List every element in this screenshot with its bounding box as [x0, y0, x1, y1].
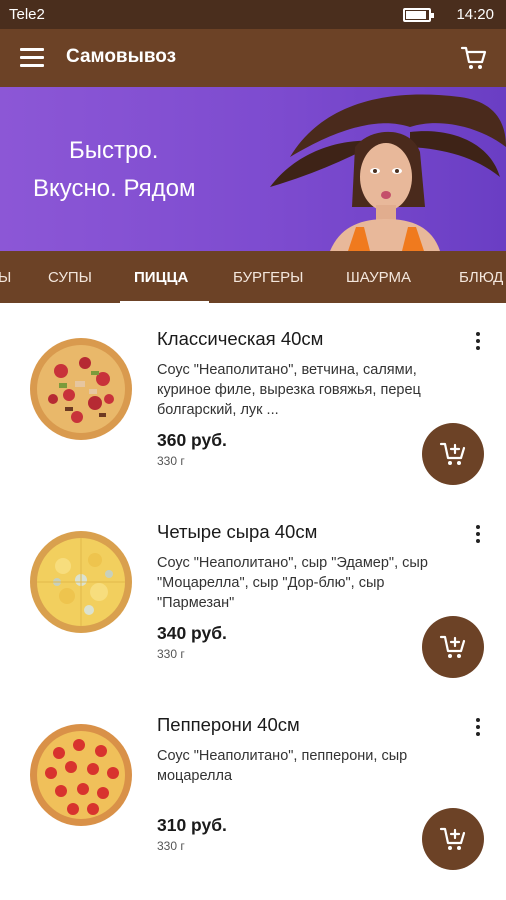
page-title: Самовывоз	[66, 46, 177, 67]
add-to-cart-button[interactable]	[422, 423, 484, 485]
add-to-cart-button[interactable]	[422, 808, 484, 870]
menu-icon[interactable]	[20, 48, 44, 68]
product-description: Соус "Неаполитано", ветчина, салями, кур…	[157, 362, 421, 418]
battery-icon	[403, 8, 434, 22]
more-options-icon[interactable]	[470, 718, 486, 738]
pizza-four-cheese-image	[30, 531, 132, 633]
product-name: Четыре сыра 40см	[157, 521, 318, 542]
product-card[interactable]: Пепперони 40см Соус "Неаполитано", пеппе…	[0, 691, 506, 883]
product-weight: 330 г	[157, 647, 185, 661]
tab-dishes[interactable]: БЛЮД	[459, 251, 503, 303]
more-options-icon[interactable]	[470, 332, 486, 352]
product-price: 360 руб.	[157, 430, 227, 450]
product-weight: 330 г	[157, 839, 185, 853]
cart-icon[interactable]	[460, 44, 488, 72]
pizza-classic-image	[30, 338, 132, 440]
tab-soups[interactable]: СУПЫ	[48, 251, 92, 303]
app-bar: Самовывоз	[0, 29, 506, 87]
banner-line-2: Вкусно. Рядом	[33, 175, 196, 202]
clock: 14:20	[456, 6, 494, 23]
product-price: 310 руб.	[157, 815, 227, 835]
banner-woman-photo	[270, 94, 506, 251]
add-to-cart-icon	[439, 635, 466, 658]
product-card[interactable]: Классическая 40см Соус "Неаполитано", ве…	[0, 305, 506, 497]
product-description: Соус "Неаполитано", сыр "Эдамер", сыр "М…	[157, 555, 428, 611]
add-to-cart-icon	[439, 827, 466, 850]
promo-banner[interactable]: Быстро. Вкусно. Рядом	[0, 87, 506, 251]
tab-pizza[interactable]: ПИЦЦА	[134, 251, 188, 303]
product-name: Пепперони 40см	[157, 714, 300, 735]
product-card[interactable]: Четыре сыра 40см Соус "Неаполитано", сыр…	[0, 498, 506, 690]
banner-line-1: Быстро.	[69, 137, 159, 164]
product-price: 340 руб.	[157, 623, 227, 643]
status-bar: Tele2 14:20	[0, 0, 506, 29]
tab-partial-left[interactable]: Ы	[0, 251, 11, 303]
tab-shawarma[interactable]: ШАУРМА	[346, 251, 411, 303]
more-options-icon[interactable]	[470, 525, 486, 545]
tab-burgers[interactable]: БУРГЕРЫ	[233, 251, 303, 303]
carrier-label: Tele2	[9, 6, 45, 23]
product-weight: 330 г	[157, 454, 185, 468]
pizza-pepperoni-image	[30, 724, 132, 826]
product-description: Соус "Неаполитано", пепперони, сыр моцар…	[157, 748, 408, 784]
add-to-cart-icon	[439, 442, 466, 465]
category-tabs: Ы СУПЫ ПИЦЦА БУРГЕРЫ ШАУРМА БЛЮД	[0, 251, 506, 303]
product-name: Классическая 40см	[157, 328, 324, 349]
add-to-cart-button[interactable]	[422, 616, 484, 678]
